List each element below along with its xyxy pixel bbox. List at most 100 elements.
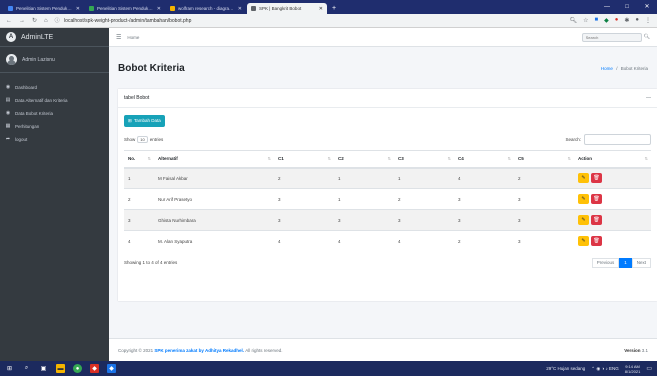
language-indicator[interactable]: ENG xyxy=(609,366,619,371)
column-header[interactable]: Alternatif ⇅ xyxy=(154,150,274,169)
extension-icon[interactable]: ■ xyxy=(594,17,598,24)
sidebar-item-alternatif[interactable]: ▤ Data Alternatif dan Kriteria xyxy=(0,94,109,106)
profile-icon[interactable]: ● xyxy=(635,17,639,24)
sidebar-item-perhitungan[interactable]: ▦ Perhitungan xyxy=(0,120,109,132)
tab-favicon-icon xyxy=(170,6,175,11)
add-data-label: Tambah Data xyxy=(133,118,161,123)
page-title: Bobot Kriteria xyxy=(118,62,185,74)
weather-widget[interactable]: 29°C Hujan sedang xyxy=(546,366,585,371)
sidebar-item-dashboard[interactable]: ◉ Dashboard xyxy=(0,81,109,93)
nav-home-link[interactable]: Home xyxy=(127,35,139,40)
app-icon[interactable]: ◆ xyxy=(107,364,116,373)
sidebar-item-logout[interactable]: ➦ logout xyxy=(0,133,109,145)
breadcrumb-home-link[interactable]: Home xyxy=(601,66,613,71)
clock[interactable]: 9:14 AM 8/1/2021 xyxy=(625,364,641,374)
sidebar-item-label: Data Bobot Kriteria xyxy=(15,110,54,116)
maximize-button[interactable]: □ xyxy=(617,0,637,14)
forward-icon[interactable]: → xyxy=(19,18,25,24)
sidebar-item-label: Dashboard xyxy=(15,84,38,90)
edit-button[interactable]: ✎ xyxy=(578,173,589,184)
navbar-search-input[interactable] xyxy=(581,32,642,42)
footer-brand-link[interactable]: SPK penerima zakat by Adhitya Rekadhel. xyxy=(154,348,244,353)
plus-icon: ⊞ xyxy=(128,118,132,123)
home-icon[interactable]: ⌂ xyxy=(44,18,48,24)
add-data-button[interactable]: ⊞ Tambah Data xyxy=(124,115,165,127)
delete-button[interactable]: 🗑︎ xyxy=(591,194,602,204)
cell-c5: 3 xyxy=(514,209,574,231)
star-icon[interactable]: ☆ xyxy=(583,17,588,24)
tray-icons[interactable]: ⌃ ◉ ◑ ♪ xyxy=(591,366,607,372)
breadcrumb-current: Bobot Kriteria xyxy=(620,65,648,71)
column-header[interactable]: Action ⇅ xyxy=(574,150,651,169)
delete-button[interactable]: 🗑︎ xyxy=(591,173,602,184)
close-tab-icon[interactable]: ✕ xyxy=(238,6,242,12)
next-page-button[interactable]: Next xyxy=(631,257,651,268)
cell-alternatif: Nur Arif Prasetyo xyxy=(154,188,274,210)
version-label: Version xyxy=(624,347,641,353)
close-tab-icon[interactable]: ✕ xyxy=(76,6,80,12)
datatable-search-input[interactable] xyxy=(584,134,651,145)
edit-button[interactable]: ✎ xyxy=(578,215,589,225)
user-panel[interactable]: Admin Lazisnu xyxy=(0,47,109,73)
datatable-info: Showing 1 to 4 of 4 entries xyxy=(124,260,178,265)
breadcrumb-separator: / xyxy=(616,65,618,71)
extension-icon[interactable]: ● xyxy=(615,17,619,24)
avatar xyxy=(6,54,17,65)
breadcrumb: Home / Bobot Kriteria xyxy=(601,66,648,71)
file-explorer-icon[interactable]: ▬ xyxy=(56,364,65,373)
datatable-search: Search: xyxy=(565,134,651,145)
close-tab-icon[interactable]: ✕ xyxy=(319,6,323,12)
browser-tab[interactable]: Penelitian Sistem Pendukung Kep ✕ xyxy=(4,3,84,14)
reload-icon[interactable]: ↻ xyxy=(32,17,37,24)
cell-c2: 1 xyxy=(334,167,394,189)
cell-c1: 3 xyxy=(274,209,334,231)
puzzle-icon[interactable]: ✱ xyxy=(624,17,629,24)
column-header[interactable]: C4 ⇅ xyxy=(454,150,514,169)
brand-link[interactable]: A AdminLTE xyxy=(0,28,109,47)
info-icon[interactable]: ⓘ xyxy=(55,18,60,24)
cell-c4: 2 xyxy=(454,230,514,252)
column-header[interactable]: C2 ⇅ xyxy=(334,150,394,169)
chrome-icon[interactable]: ● xyxy=(73,364,82,373)
table-header-row: No. ⇅ Alternatif ⇅ C1 ⇅ C2 ⇅ C3 ⇅ C4 ⇅ C5 ⇅ Act… xyxy=(124,150,651,169)
delete-button[interactable]: 🗑︎ xyxy=(591,215,602,225)
search-icon[interactable]: ⌕ xyxy=(22,364,31,373)
sidebar-item-bobot[interactable]: ◉ Data Bobot Kriteria xyxy=(0,107,109,119)
delete-button[interactable]: 🗑︎ xyxy=(591,236,602,247)
browser-tab[interactable]: wolfram research - diagrams net ✕ xyxy=(166,3,246,14)
windows-start-icon[interactable]: ⊞ xyxy=(5,364,14,373)
search-icon[interactable]: 🔍︎ xyxy=(644,34,650,40)
column-header[interactable]: C3 ⇅ xyxy=(394,150,454,169)
zoom-icon[interactable]: 🔍︎ xyxy=(569,17,577,24)
clock-time: 9:14 AM xyxy=(625,363,640,369)
back-icon[interactable]: ← xyxy=(6,18,12,24)
close-tab-icon[interactable]: ✕ xyxy=(157,6,161,12)
menu-dots-icon[interactable]: ⋮ xyxy=(645,17,651,24)
browser-tab[interactable]: Penelitian Sistem Pendukung Ke ✕ xyxy=(85,3,165,14)
extension-icon[interactable]: ◆ xyxy=(604,17,609,24)
entries-select[interactable]: 10 xyxy=(137,136,148,143)
cell-c3: 1 xyxy=(394,167,454,189)
datatable-footer: Showing 1 to 4 of 4 entries Previous 1 N… xyxy=(124,257,651,268)
edit-button[interactable]: ✎ xyxy=(578,236,589,247)
browser-tab-active[interactable]: SPK | Bangkrit Bobot ✕ xyxy=(247,3,327,14)
minimize-button[interactable]: — xyxy=(597,0,617,14)
task-view-icon[interactable]: ▣ xyxy=(39,364,48,373)
previous-page-button[interactable]: Previous xyxy=(591,257,620,268)
bobot-card: tabel Bobot — ⊞ Tambah Data Show 10 entr… xyxy=(118,89,657,301)
close-window-button[interactable]: ✕ xyxy=(637,0,657,14)
new-tab-button[interactable]: + xyxy=(332,3,336,14)
url-field[interactable]: ⓘ localhost/spk-weight-product-/admin/ta… xyxy=(55,17,570,24)
tab-favicon-icon xyxy=(8,6,13,11)
notification-icon[interactable]: ▭ xyxy=(646,365,652,372)
edit-button[interactable]: ✎ xyxy=(578,194,589,204)
hamburger-icon[interactable]: ☰ xyxy=(116,34,121,41)
sidebar: A AdminLTE Admin Lazisnu ◉ Dashboard ▤ D… xyxy=(0,28,109,361)
page-button[interactable]: 1 xyxy=(619,257,632,268)
column-header[interactable]: C1 ⇅ xyxy=(274,150,334,169)
column-header[interactable]: No. ⇅ xyxy=(124,150,154,169)
collapse-icon[interactable]: — xyxy=(646,95,651,101)
app-icon[interactable]: ◆ xyxy=(90,364,99,373)
cell-alternatif: Ghista Nurhimbara xyxy=(154,209,274,231)
column-header[interactable]: C5 ⇅ xyxy=(514,150,574,169)
